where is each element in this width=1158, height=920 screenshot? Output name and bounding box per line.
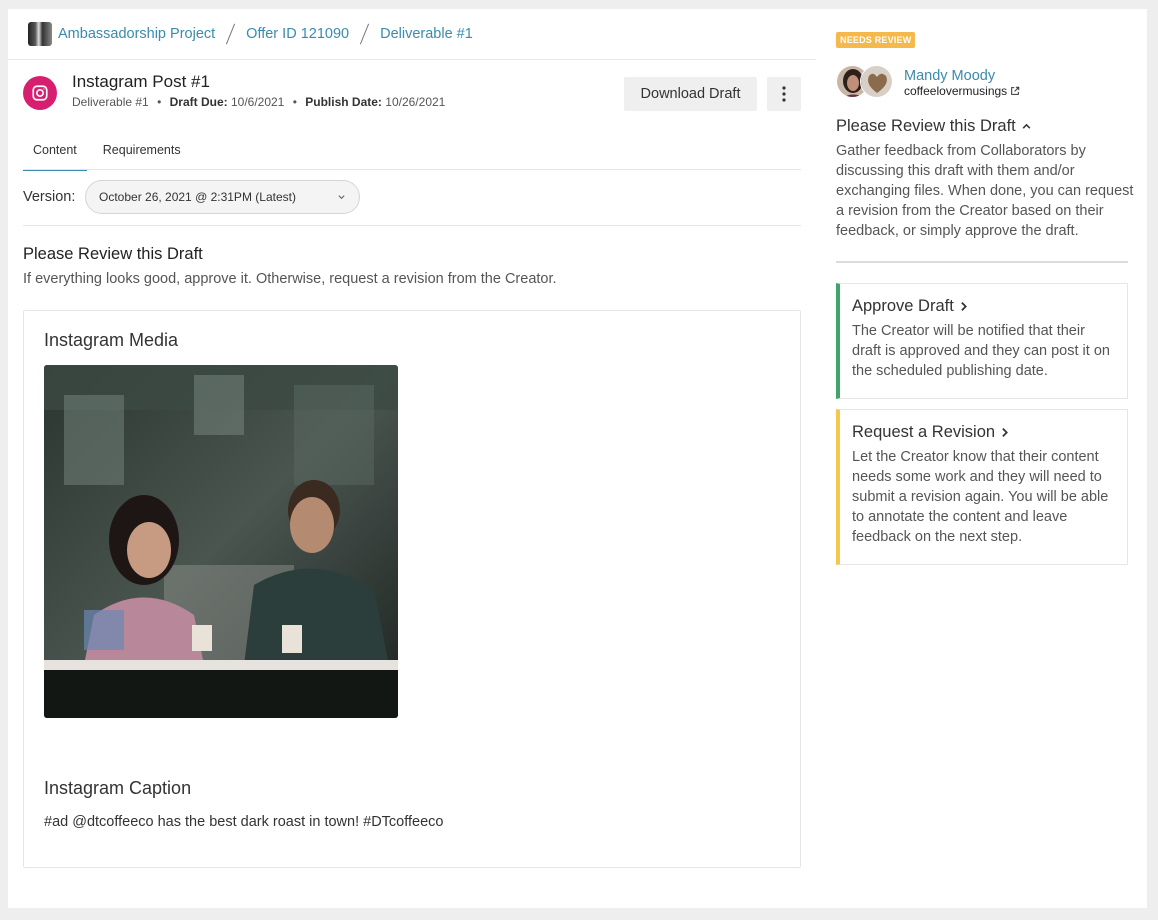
- panel-title-toggle[interactable]: Please Review this Draft: [836, 117, 1032, 136]
- instagram-media-image[interactable]: [44, 365, 398, 718]
- chevron-right-icon: [1002, 428, 1009, 437]
- request-revision-card[interactable]: Request a Revision Let the Creator know …: [836, 409, 1128, 565]
- chevron-up-icon: [1022, 123, 1031, 129]
- breadcrumb-project[interactable]: Ambassadorship Project: [58, 26, 215, 42]
- review-subtitle: If everything looks good, approve it. Ot…: [23, 271, 557, 287]
- main-card: Ambassadorship Project Offer ID 121090 D…: [8, 9, 1147, 908]
- breadcrumb-deliverable[interactable]: Deliverable #1: [380, 26, 473, 42]
- meta-separator: •: [157, 95, 162, 109]
- more-vertical-icon: [782, 86, 786, 102]
- draft-due-label: Draft Due:: [169, 95, 228, 109]
- project-thumbnail: [28, 22, 52, 46]
- creator-avatars: [836, 65, 896, 99]
- breadcrumb: Ambassadorship Project Offer ID 121090 D…: [28, 21, 473, 47]
- media-title: Instagram Media: [44, 330, 179, 350]
- version-divider: [23, 225, 801, 226]
- post-title: Instagram Post #1: [72, 72, 210, 91]
- panel-title-text: Please Review this Draft: [836, 117, 1016, 135]
- draft-due-value: 10/6/2021: [230, 95, 285, 109]
- creator-name-link[interactable]: Mandy Moody: [904, 68, 995, 84]
- tabs-divider: [23, 169, 801, 170]
- deliverable-label: Deliverable #1: [72, 95, 149, 109]
- panel-divider: [836, 261, 1128, 263]
- version-label: Version:: [23, 189, 76, 205]
- tab-bar: Content Requirements: [23, 141, 191, 171]
- caption-text: #ad @dtcoffeeco has the best dark roast …: [44, 814, 444, 830]
- approve-draft-card[interactable]: Approve Draft The Creator will be notifi…: [836, 283, 1128, 399]
- breadcrumb-separator: [226, 23, 236, 45]
- tab-content[interactable]: Content: [23, 141, 87, 171]
- creator-handle-text: coffeelovermusings: [904, 84, 1008, 98]
- meta-separator: •: [292, 95, 297, 109]
- tab-requirements[interactable]: Requirements: [93, 141, 191, 171]
- publish-date-label: Publish Date:: [305, 95, 382, 109]
- panel-description: Gather feedback from Collaborators by di…: [836, 143, 1134, 239]
- chevron-down-icon: [338, 195, 345, 200]
- creator-handle[interactable]: coffeelovermusings: [904, 84, 1020, 98]
- approve-draft-title: Approve Draft: [852, 297, 1113, 316]
- instagram-icon: [23, 76, 57, 110]
- content-box: Instagram Media Instagram Caption #ad @d…: [23, 310, 801, 868]
- approve-draft-title-text: Approve Draft: [852, 297, 954, 315]
- version-select[interactable]: October 26, 2021 @ 2:31PM (Latest): [85, 180, 360, 214]
- publish-date-value: 10/26/2021: [385, 95, 446, 109]
- request-revision-title-text: Request a Revision: [852, 423, 996, 441]
- caption-title: Instagram Caption: [44, 778, 192, 798]
- approve-draft-description: The Creator will be notified that their …: [852, 323, 1110, 379]
- more-options-button[interactable]: [767, 77, 801, 111]
- review-title: Please Review this Draft: [23, 245, 203, 263]
- top-divider: [8, 59, 816, 60]
- external-link-icon: [1011, 86, 1020, 95]
- breadcrumb-offer[interactable]: Offer ID 121090: [246, 26, 349, 42]
- avatar: [860, 65, 893, 98]
- request-revision-title: Request a Revision: [852, 423, 1113, 442]
- request-revision-description: Let the Creator know that their content …: [852, 449, 1109, 545]
- post-meta: Deliverable #1 • Draft Due: 10/6/2021 • …: [72, 95, 445, 109]
- chevron-right-icon: [961, 302, 967, 311]
- breadcrumb-separator: [360, 23, 370, 45]
- version-selected-value: October 26, 2021 @ 2:31PM (Latest): [99, 190, 296, 204]
- status-badge: NEEDS REVIEW: [836, 32, 916, 48]
- download-draft-button[interactable]: Download Draft: [624, 77, 757, 111]
